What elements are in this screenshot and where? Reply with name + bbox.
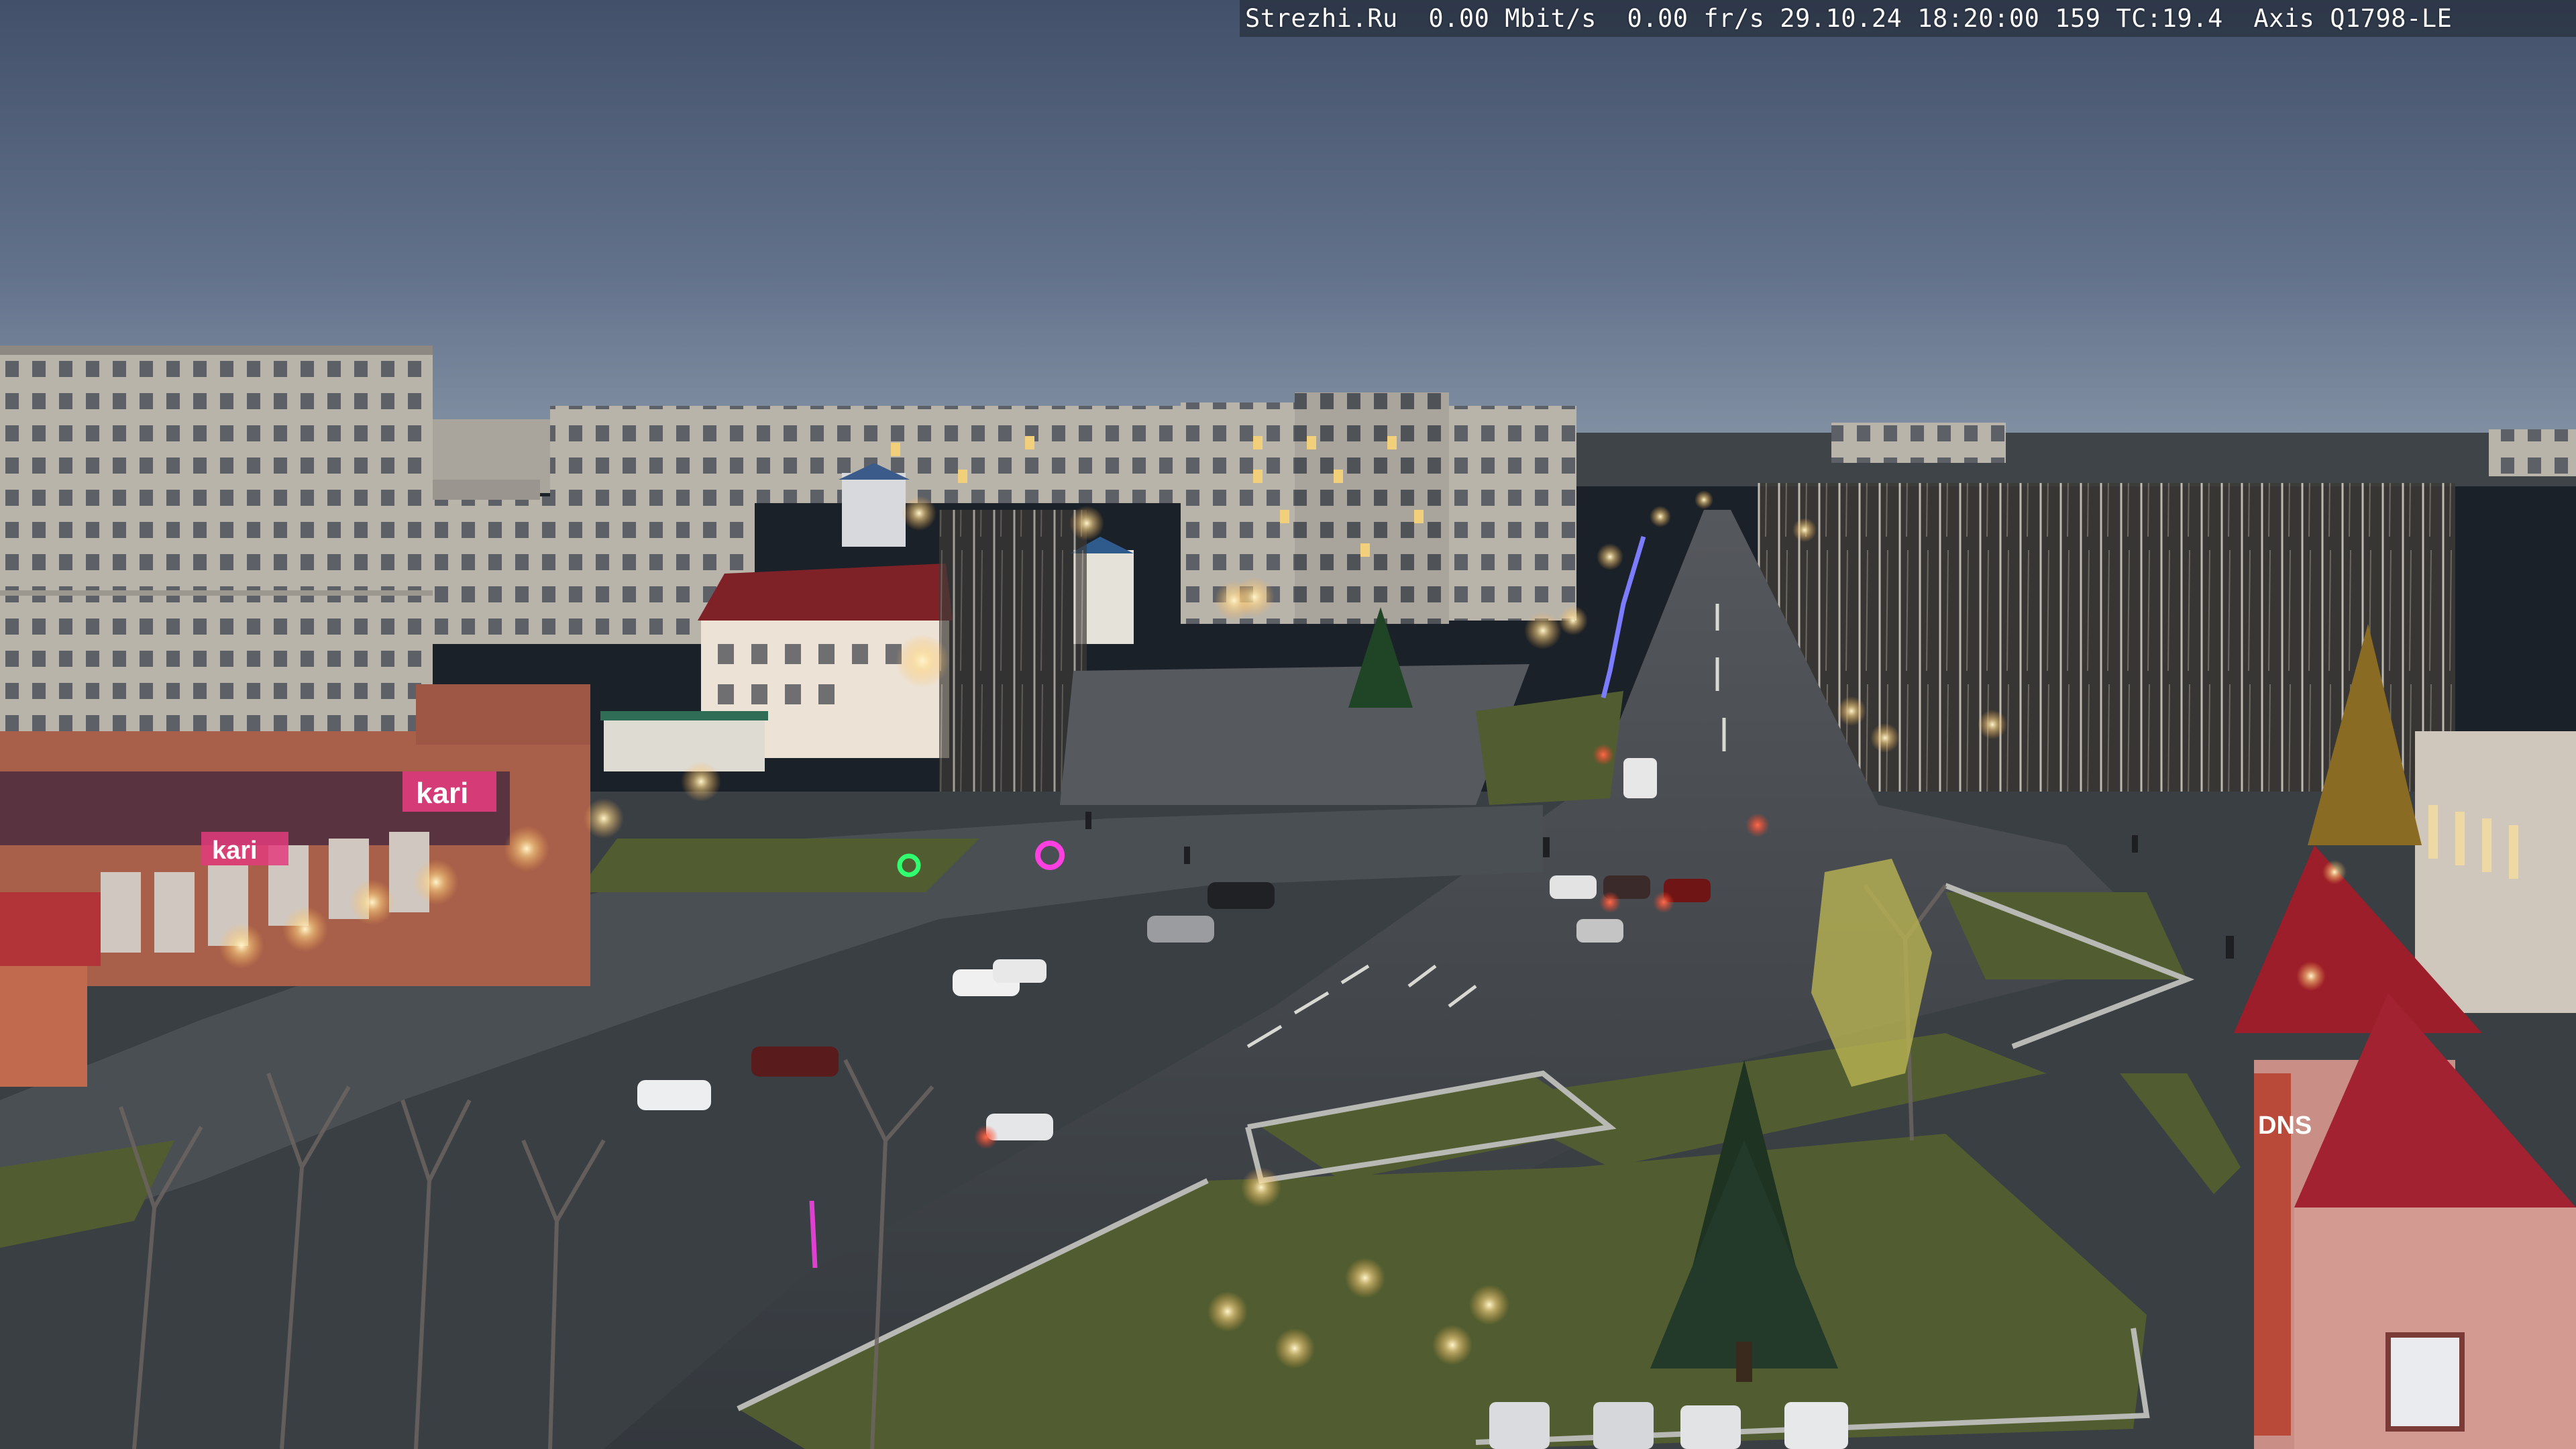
- overlay-bitrate: 0.00 Mbit/s: [1428, 4, 1597, 33]
- overlay-frame: 159: [2055, 4, 2101, 33]
- kari-sign-text: kari: [416, 777, 468, 810]
- overlay-model: Axis Q1798-LE: [2253, 4, 2453, 33]
- city-scene: kari kari DNS: [0, 0, 2576, 1449]
- overlay-framerate: 0.00 fr/s: [1627, 4, 1765, 33]
- kari-sign: kari: [402, 771, 496, 812]
- distant-forest: [1563, 433, 2576, 486]
- overlay-site: Strezhi.Ru: [1245, 4, 1398, 33]
- webcam-frame: kari kari DNS Strezhi.Ru 0.00 Mbit/s 0.0…: [0, 0, 2576, 1449]
- overlay-date: 29.10.24: [1780, 4, 1902, 33]
- kari-sign-secondary: kari: [201, 832, 288, 865]
- overlay-time: 18:20:00: [1917, 4, 2040, 33]
- camera-overlay: Strezhi.Ru 0.00 Mbit/s 0.00 fr/s 29.10.2…: [1240, 0, 2576, 37]
- overlay-tc: TC:19.4: [2116, 4, 2223, 33]
- kari-sign-secondary-text: kari: [212, 837, 258, 865]
- left-apartment-block: [0, 345, 433, 792]
- square-paving: [1060, 664, 1529, 805]
- dns-sign-text: DNS: [2258, 1112, 2312, 1140]
